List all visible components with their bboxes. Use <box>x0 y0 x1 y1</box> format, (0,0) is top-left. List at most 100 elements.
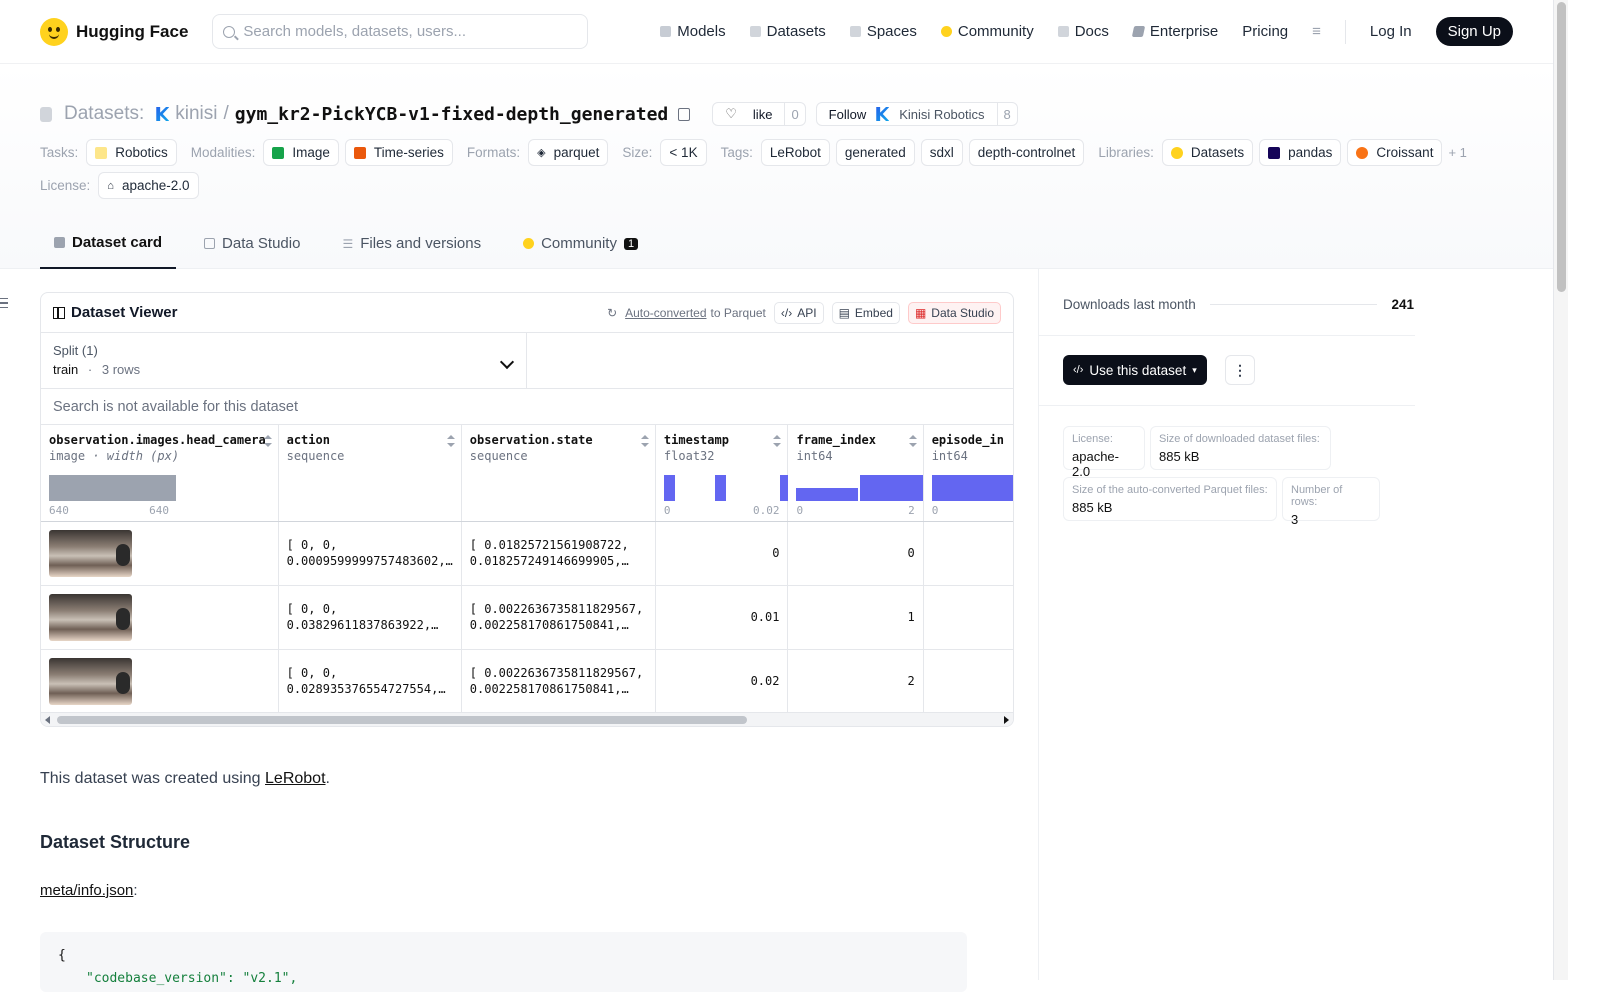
tag-depth-controlnet[interactable]: depth-controlnet <box>968 139 1085 166</box>
right-sidebar: Downloads last month 241 ‹/› Use this da… <box>1038 269 1553 980</box>
nav-spaces[interactable]: Spaces <box>849 23 917 40</box>
scroll-left-icon[interactable] <box>45 716 50 724</box>
camera-image-thumbnail[interactable] <box>49 657 132 705</box>
copy-icon[interactable] <box>678 107 691 121</box>
nav-datasets[interactable]: Datasets <box>749 23 826 40</box>
scroll-right-icon[interactable] <box>1004 716 1009 724</box>
tag-croissant[interactable]: Croissant <box>1347 139 1443 166</box>
nav-models[interactable]: Models <box>660 23 726 40</box>
tag-pandas[interactable]: pandas <box>1259 139 1342 166</box>
data-studio-button[interactable]: ▦ Data Studio <box>907 301 1001 324</box>
tag-label: parquet <box>553 145 600 160</box>
tag-datasets-lib[interactable]: Datasets <box>1161 139 1254 166</box>
tab-data-studio[interactable]: Data Studio <box>190 218 314 269</box>
tag-lerobot[interactable]: LeRobot <box>760 139 830 166</box>
nav-datasets-label: Datasets <box>766 23 826 40</box>
page-scrollbar[interactable] <box>1553 0 1568 980</box>
chevron-down-icon: ▾ <box>1192 364 1197 375</box>
repo-title: Datasets: kinisi / gym_kr2-PickYCB-v1-fi… <box>40 102 1018 126</box>
tag-size[interactable]: < 1K <box>660 139 707 166</box>
action-cell-line1: [ 0, 0, <box>286 602 338 616</box>
table-row[interactable]: [ 0, 0, 0.0009599999757483602,… [ 0.01825… <box>41 521 1013 586</box>
owner-link[interactable]: kinisi <box>175 103 217 125</box>
info-card-parquet-size: Size of the auto-converted Parquet files… <box>1063 477 1277 521</box>
follow-count: 8 <box>996 103 1017 125</box>
table-icon: ▦ <box>914 305 927 320</box>
hugging-face-icon <box>1170 146 1183 159</box>
camera-image-thumbnail[interactable] <box>49 593 132 641</box>
more-options-button[interactable]: ⋮ <box>1225 355 1255 385</box>
state-cell-line1: [ 0.0022636735811829567, <box>469 666 644 680</box>
tag-sdxl[interactable]: sdxl <box>920 139 963 166</box>
tag-generated[interactable]: generated <box>835 139 915 166</box>
horizontal-scrollbar[interactable] <box>41 712 1013 726</box>
column-header[interactable]: observation.images.head_camera image · w… <box>41 425 279 522</box>
column-header[interactable]: episode_in int64 0 <box>923 425 1013 522</box>
community-icon <box>523 238 535 249</box>
nav-pricing[interactable]: Pricing <box>1242 23 1288 40</box>
table-row[interactable]: [ 0, 0, 0.028935376554727554,… [ 0.002263… <box>41 649 1013 714</box>
dataset-name[interactable]: gym_kr2-PickYCB-v1-fixed-depth_generated <box>235 104 668 125</box>
lerobot-link[interactable]: LeRobot <box>265 770 326 787</box>
tag-image[interactable]: Image <box>263 139 339 166</box>
scroll-thumb[interactable] <box>1557 2 1566 292</box>
axis-min: 0 <box>663 503 671 517</box>
api-button[interactable]: ‹/› API <box>773 301 824 324</box>
slash: / <box>223 103 229 124</box>
scroll-thumb[interactable] <box>57 716 747 724</box>
tag-robotics[interactable]: Robotics <box>86 139 177 166</box>
nav-models-label: Models <box>677 23 726 40</box>
sort-icon[interactable] <box>263 435 272 447</box>
embed-button[interactable]: ▤ Embed <box>831 301 900 324</box>
tag-parquet[interactable]: ◈ parquet <box>528 139 609 166</box>
login-link[interactable]: Log In <box>1370 23 1412 40</box>
tab-label: Files and versions <box>360 235 482 252</box>
use-dataset-button[interactable]: ‹/› Use this dataset ▾ <box>1063 355 1207 385</box>
auto-converted-link[interactable]: Auto-converted <box>625 306 706 320</box>
column-header[interactable]: action sequence <box>278 425 462 522</box>
nav-enterprise-label: Enterprise <box>1149 23 1219 40</box>
tag-time-series[interactable]: Time-series <box>344 139 453 166</box>
bank-icon: ⌂ <box>107 179 114 192</box>
info-json-link[interactable]: meta/info.json <box>40 882 133 899</box>
camera-image-thumbnail[interactable] <box>49 529 132 577</box>
info-card-rows: Number of rows: 3 <box>1282 477 1380 527</box>
nav-community[interactable]: Community <box>940 23 1034 40</box>
tab-files[interactable]: ☰ Files and versions <box>328 218 495 269</box>
menu-icon[interactable]: ≡ <box>1312 23 1321 40</box>
libraries-more[interactable]: + 1 <box>1448 145 1466 160</box>
nav-docs[interactable]: Docs <box>1057 23 1109 40</box>
info-key: Size of downloaded dataset files: <box>1159 433 1320 445</box>
split-select[interactable]: Split (1) train · 3 rows <box>41 333 527 388</box>
tab-dataset-card[interactable]: Dataset card <box>40 218 177 269</box>
sidebar-toggle-icon[interactable] <box>0 298 8 308</box>
database-icon <box>749 26 761 37</box>
nav-spaces-label: Spaces <box>866 23 917 40</box>
column-header[interactable]: frame_index int64 0 2 <box>787 425 924 522</box>
sort-icon[interactable] <box>908 435 917 447</box>
sort-icon[interactable] <box>773 435 782 447</box>
tab-community[interactable]: Community 1 <box>509 218 652 269</box>
brand-name: Hugging Face <box>76 21 189 41</box>
sort-icon[interactable] <box>640 435 649 447</box>
api-label: API <box>797 305 817 320</box>
tag-license[interactable]: ⌂ apache-2.0 <box>98 172 199 199</box>
downloads-count: 241 <box>1391 297 1414 312</box>
action-cell-line1: [ 0, 0, <box>286 538 338 552</box>
license-row: License: ⌂ apache-2.0 <box>40 172 199 199</box>
section-label[interactable]: Datasets: <box>64 103 144 125</box>
table-row[interactable]: [ 0, 0, 0.03829611837863922,… [ 0.0022636… <box>41 585 1013 650</box>
nav-enterprise[interactable]: Enterprise <box>1131 23 1219 40</box>
column-header[interactable]: timestamp float32 0 0.02 <box>655 425 791 522</box>
brand-logo[interactable]: Hugging Face <box>40 17 189 46</box>
column-name: frame_index <box>796 433 876 447</box>
signup-button[interactable]: Sign Up <box>1435 17 1513 46</box>
sort-icon[interactable] <box>446 435 455 447</box>
follow-button[interactable]: Follow Kinisi Robotics 8 <box>815 102 1018 126</box>
metadata-row: Tasks: Robotics Modalities: Image Time-s… <box>40 139 1467 166</box>
column-header[interactable]: observation.state sequence <box>461 425 656 522</box>
column-name: episode_in <box>931 433 1004 447</box>
like-button[interactable]: ♡ like 0 <box>712 102 806 126</box>
search-input[interactable]: Search models, datasets, users... <box>212 14 589 49</box>
viewer-title: Dataset Viewer <box>53 304 177 321</box>
